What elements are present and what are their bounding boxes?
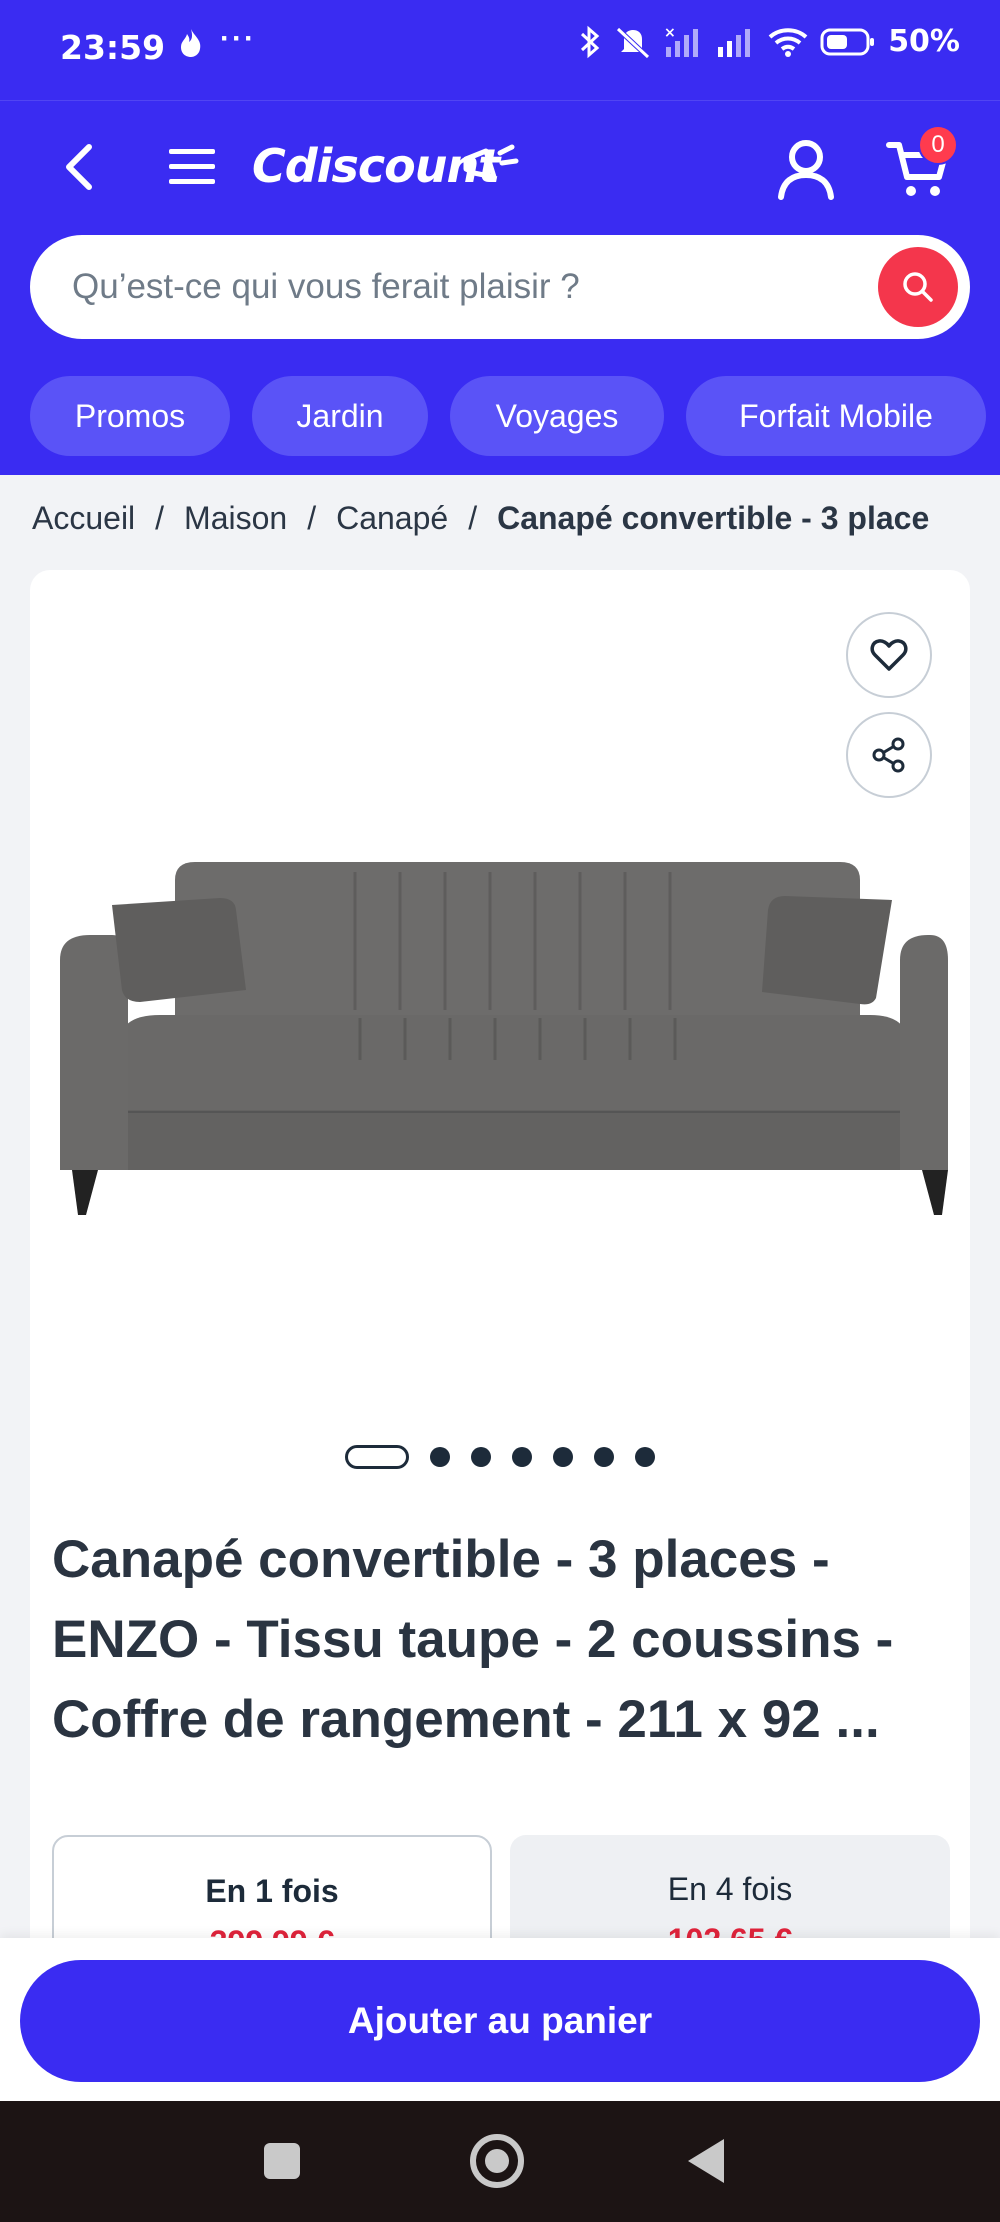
home-icon [485,2149,509,2173]
back-icon [66,144,92,190]
status-bar: 23:59 ··· × 50% [0,0,1000,100]
pagination-dot[interactable] [512,1447,532,1467]
payment-label: En 1 fois [205,1873,339,1909]
back-button[interactable] [55,137,105,197]
bluetooth-icon [581,25,600,58]
search-input[interactable] [72,235,852,339]
pagination-dot[interactable] [430,1447,450,1467]
pagination-dot-active[interactable] [345,1445,409,1469]
share-button[interactable] [846,712,932,798]
status-icons: × 50% [578,24,960,59]
svg-text:×: × [664,25,676,41]
breadcrumb-accueil[interactable]: Accueil [32,500,135,537]
product-title: Canapé convertible - 3 places - ENZO - T… [52,1520,952,1760]
chip-jardin[interactable]: Jardin [252,376,428,456]
mute-icon [616,26,650,59]
system-nav-bar [0,2101,1000,2222]
chip-promos[interactable]: Promos [30,376,230,456]
product-title-line: ENZO - Tissu taupe - 2 coussins - [52,1610,894,1669]
pagination-dot[interactable] [635,1447,655,1467]
breadcrumb-separator: / [155,500,165,536]
cart-count-badge: 0 [918,125,958,165]
gallery-pagination [345,1445,655,1469]
search-button[interactable] [878,247,958,327]
battery-percent: 50% [888,24,960,59]
battery-icon [820,28,875,55]
payment-label: En 4 fois [667,1871,793,1907]
recents-button[interactable] [264,2143,300,2179]
pagination-dot[interactable] [471,1447,491,1467]
breadcrumb-current: Canapé convertible - 3 place [497,500,930,536]
notification-dots: ··· [220,22,256,55]
signal-icon-2 [718,28,751,57]
home-button[interactable] [470,2134,524,2188]
share-icon [872,737,905,773]
pagination-dot[interactable] [594,1447,614,1467]
megaphone-icon [460,139,520,189]
add-to-cart-button[interactable]: Ajouter au panier [20,1960,980,2082]
flame-icon [178,28,204,65]
breadcrumb: Accueil / Maison / Canapé / Canapé conve… [32,500,929,537]
breadcrumb-canape[interactable]: Canapé [336,500,448,537]
heart-icon [870,639,908,671]
system-back-button[interactable] [688,2139,724,2183]
account-button[interactable] [775,137,837,201]
chip-forfait-mobile[interactable]: Forfait Mobile [686,376,986,456]
header: Cdiscount 0 Promos Jardin Voyages Forfai… [0,100,1000,475]
chip-voyages[interactable]: Voyages [450,376,664,456]
product-title-line: Coffre de rangement - 211 x 92 ... [52,1690,880,1749]
status-time: 23:59 [60,28,166,67]
menu-button[interactable] [165,143,220,191]
search-bar [30,235,970,339]
user-icon [778,140,834,200]
wifi-icon [768,27,808,57]
favorite-button[interactable] [846,612,932,698]
category-chips: Promos Jardin Voyages Forfait Mobile [30,376,986,456]
breadcrumb-maison[interactable]: Maison [184,500,287,537]
product-title-line: Canapé convertible - 3 places - [52,1530,830,1589]
breadcrumb-separator: / [468,500,478,536]
pagination-dot[interactable] [553,1447,573,1467]
menu-icon [169,149,215,184]
breadcrumb-separator: / [307,500,317,536]
search-icon [903,272,933,302]
signal-icon: × [664,25,699,57]
cta-bar: Ajouter au panier [0,1938,1000,2101]
product-card: Canapé convertible - 3 places - ENZO - T… [30,570,970,1975]
product-image[interactable] [50,810,950,1250]
